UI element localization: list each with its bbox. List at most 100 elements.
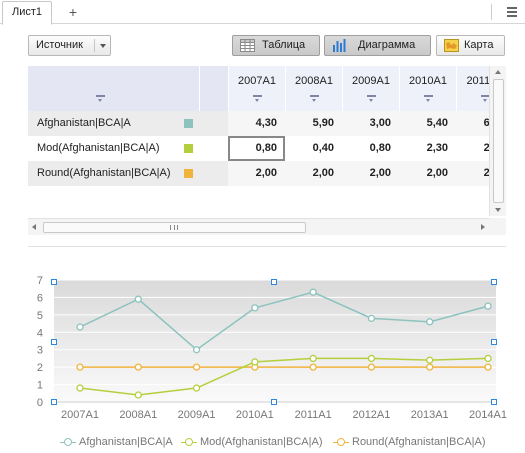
chart-canvas[interactable]: 0 1 2 3 4 5 6 7 2007A1 2008A1 2009A1 2010A1 2011A1 20… bbox=[0, 270, 525, 430]
sheet-tab[interactable]: Лист1 bbox=[2, 1, 52, 25]
data-point[interactable] bbox=[426, 318, 434, 326]
data-point[interactable] bbox=[484, 354, 492, 363]
data-point[interactable] bbox=[367, 363, 376, 371]
filter-icon[interactable] bbox=[310, 95, 319, 103]
column-header[interactable]: 2007A1 bbox=[228, 66, 285, 111]
data-point[interactable] bbox=[251, 358, 259, 366]
table-cell[interactable]: 4,30 bbox=[228, 111, 285, 136]
data-point[interactable] bbox=[192, 346, 201, 354]
resize-handle[interactable] bbox=[491, 399, 497, 405]
data-point[interactable] bbox=[309, 354, 317, 363]
data-point[interactable] bbox=[76, 323, 84, 331]
resize-handle[interactable] bbox=[51, 339, 57, 345]
map-view-button[interactable]: Карта bbox=[436, 35, 505, 56]
y-tick-label: 0 bbox=[37, 397, 43, 409]
data-point[interactable] bbox=[192, 384, 201, 392]
data-point[interactable] bbox=[484, 363, 492, 371]
chart-view-button[interactable]: Диаграмма bbox=[324, 35, 431, 56]
selected-table-cell[interactable]: 0,80 bbox=[228, 136, 285, 161]
table-cell[interactable]: 5,40 bbox=[399, 111, 456, 136]
legend-item[interactable]: Mod(Afghanistan|BCA|A) bbox=[181, 435, 323, 449]
column-header-label: 2009A1 bbox=[352, 75, 390, 87]
scroll-down-icon[interactable] bbox=[495, 208, 501, 212]
column-header-label: 2007A1 bbox=[238, 75, 276, 87]
resize-handle[interactable] bbox=[271, 399, 277, 405]
table-cell[interactable]: 0,40 bbox=[285, 136, 342, 161]
column-header-label: 2011A1 bbox=[466, 75, 489, 87]
table-cell[interactable]: 3,00 bbox=[342, 111, 399, 136]
line-chart[interactable]: 0 1 2 3 4 5 6 7 2007A1 2008A1 2009A1 2010A1 2011A1 20… bbox=[0, 270, 525, 453]
table-cell[interactable]: 2,00 bbox=[456, 161, 489, 186]
table-cell[interactable]: 2,00 bbox=[285, 161, 342, 186]
row-header-label[interactable]: Round(Afghanistan|BCA|A) bbox=[28, 161, 173, 186]
table-cell[interactable]: 2,30 bbox=[399, 136, 456, 161]
x-tick-label: 2009A1 bbox=[178, 409, 216, 421]
data-point[interactable] bbox=[309, 288, 317, 296]
row-header-label[interactable]: Mod(Afghanistan|BCA|A) bbox=[28, 136, 173, 161]
column-header[interactable]: 2011A1 bbox=[456, 66, 489, 111]
table-view-button[interactable]: Таблица bbox=[232, 35, 320, 56]
filter-icon[interactable] bbox=[424, 95, 433, 103]
scroll-left-icon[interactable] bbox=[32, 224, 36, 230]
resize-handle[interactable] bbox=[51, 279, 57, 285]
data-point[interactable] bbox=[76, 363, 84, 371]
table-row[interactable]: Mod(Afghanistan|BCA|A) 0,80 0,40 0,80 2,… bbox=[28, 136, 489, 161]
resize-handle[interactable] bbox=[51, 399, 57, 405]
legend-item[interactable]: Afghanistan|BCA|A bbox=[60, 435, 173, 449]
chart-view-label: Диаграмма bbox=[358, 39, 416, 51]
table-row[interactable]: Round(Afghanistan|BCA|A) 2,00 2,00 2,00 … bbox=[28, 161, 489, 186]
resize-handle[interactable] bbox=[491, 339, 497, 345]
source-dropdown-button[interactable]: Источник bbox=[28, 35, 111, 56]
data-point[interactable] bbox=[251, 304, 259, 312]
data-point[interactable] bbox=[76, 384, 84, 392]
scroll-up-icon[interactable] bbox=[495, 70, 501, 74]
resize-handle[interactable] bbox=[491, 279, 497, 285]
y-tick-label: 5 bbox=[37, 310, 43, 322]
x-tick-label: 2010A1 bbox=[236, 409, 274, 421]
filter-icon[interactable] bbox=[481, 95, 489, 103]
map-icon bbox=[444, 39, 459, 52]
legend-marker-icon bbox=[181, 437, 197, 447]
table-cell[interactable]: 5,90 bbox=[285, 111, 342, 136]
data-point[interactable] bbox=[134, 363, 142, 371]
table-cell[interactable]: 6,30 bbox=[456, 111, 489, 136]
data-point[interactable] bbox=[309, 363, 317, 371]
vertical-scrollbar[interactable] bbox=[489, 66, 506, 216]
scroll-right-icon[interactable] bbox=[481, 224, 485, 230]
row-header-label[interactable]: Afghanistan|BCA|A bbox=[28, 111, 173, 136]
filter-icon[interactable] bbox=[96, 95, 105, 103]
table-cell[interactable]: 2,00 bbox=[342, 161, 399, 186]
filter-icon[interactable] bbox=[253, 95, 262, 103]
table-corner-header bbox=[28, 66, 200, 111]
add-sheet-icon[interactable]: + bbox=[63, 2, 83, 22]
column-header-label: 2010A1 bbox=[409, 75, 447, 87]
data-point[interactable] bbox=[134, 391, 142, 399]
data-point[interactable] bbox=[367, 354, 376, 363]
column-header[interactable]: 2009A1 bbox=[342, 66, 399, 111]
data-point[interactable] bbox=[367, 314, 376, 322]
table-cell[interactable]: 2,00 bbox=[399, 161, 456, 186]
bar-chart-icon bbox=[333, 39, 346, 52]
series-color-swatch bbox=[184, 144, 193, 153]
table-cell[interactable]: 2,00 bbox=[228, 161, 285, 186]
data-point[interactable] bbox=[426, 356, 434, 364]
sheet-tab-bar: Лист1 + bbox=[0, 0, 525, 25]
horizontal-scrollbar[interactable] bbox=[28, 218, 489, 235]
table-row[interactable]: Afghanistan|BCA|A 4,30 5,90 3,00 5,40 6,… bbox=[28, 111, 489, 136]
vertical-scroll-thumb[interactable] bbox=[493, 79, 504, 203]
sheet-menu-icon[interactable] bbox=[503, 3, 521, 21]
table-cell[interactable]: 0,80 bbox=[342, 136, 399, 161]
legend-item[interactable]: Round(Afghanistan|BCA|A) bbox=[333, 435, 486, 449]
filter-icon[interactable] bbox=[367, 95, 376, 103]
horizontal-scroll-thumb[interactable] bbox=[43, 222, 306, 233]
chevron-down-icon bbox=[100, 44, 106, 48]
data-point[interactable] bbox=[426, 363, 434, 371]
data-point[interactable] bbox=[134, 295, 142, 303]
data-point[interactable] bbox=[484, 302, 492, 310]
column-header[interactable]: 2008A1 bbox=[285, 66, 342, 111]
legend-label: Afghanistan|BCA|A bbox=[79, 436, 173, 448]
resize-handle[interactable] bbox=[271, 279, 277, 285]
column-header[interactable]: 2010A1 bbox=[399, 66, 456, 111]
data-point[interactable] bbox=[192, 363, 201, 371]
table-cell[interactable]: 2,50 bbox=[456, 136, 489, 161]
